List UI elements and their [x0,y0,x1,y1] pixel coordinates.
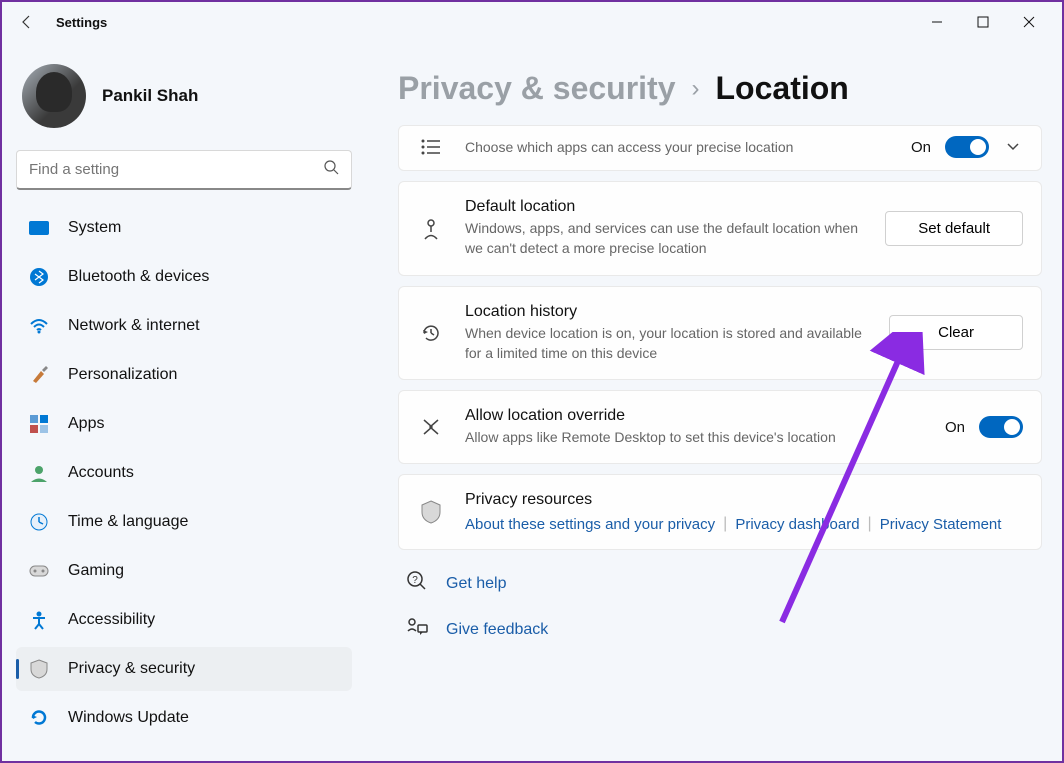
card-title: Privacy resources [465,491,1023,509]
feedback-icon [406,617,428,642]
set-default-button[interactable]: Set default [885,211,1023,246]
sidebar-item-label: Accessibility [68,611,155,629]
sidebar-item-label: Apps [68,415,104,433]
clock-icon [28,511,50,533]
sidebar-nav: System Bluetooth & devices Network & int… [16,206,352,751]
clear-button[interactable]: Clear [889,315,1023,350]
card-precise-location[interactable]: Choose which apps can access your precis… [398,125,1042,171]
help-icon: ? [406,570,428,597]
chevron-right-icon: › [692,75,700,103]
update-icon [28,707,50,729]
wifi-icon [28,315,50,337]
card-title: Allow location override [465,407,925,425]
precise-location-toggle[interactable] [945,136,989,158]
sidebar-item-label: Network & internet [68,317,200,335]
get-help-link[interactable]: Get help [446,575,506,593]
give-feedback-link[interactable]: Give feedback [446,621,548,639]
minimize-button[interactable] [914,6,960,38]
sidebar: Pankil Shah System Bluetooth & devices N… [2,42,362,761]
back-button[interactable] [12,7,42,37]
list-icon [417,138,445,156]
link-separator: | [723,515,727,533]
breadcrumb-parent[interactable]: Privacy & security [398,70,676,107]
gamepad-icon [28,560,50,582]
search-icon [323,159,339,180]
window-controls [914,6,1052,38]
sidebar-item-bluetooth[interactable]: Bluetooth & devices [16,255,352,299]
search-input[interactable] [29,161,323,178]
link-privacy-statement[interactable]: Privacy Statement [880,516,1002,533]
chevron-down-icon[interactable] [1003,142,1023,152]
history-icon [417,321,445,345]
maximize-button[interactable] [960,6,1006,38]
sidebar-item-label: Windows Update [68,709,189,727]
card-location-history: Location history When device location is… [398,286,1042,381]
override-toggle[interactable] [979,416,1023,438]
sidebar-item-update[interactable]: Windows Update [16,696,352,740]
shield-icon [28,658,50,680]
override-icon [417,416,445,438]
card-desc: Windows, apps, and services can use the … [465,218,865,259]
card-desc: When device location is on, your locatio… [465,323,869,364]
sidebar-item-network[interactable]: Network & internet [16,304,352,348]
system-icon [28,217,50,239]
feedback-row[interactable]: Give feedback [398,607,1042,652]
svg-text:?: ? [412,575,418,586]
accounts-icon [28,462,50,484]
close-button[interactable] [1006,6,1052,38]
sidebar-item-privacy[interactable]: Privacy & security [16,647,352,691]
sidebar-item-label: Privacy & security [68,660,195,678]
sidebar-item-gaming[interactable]: Gaming [16,549,352,593]
breadcrumb: Privacy & security › Location [398,70,1042,107]
search-box[interactable] [16,150,352,190]
card-title: Location history [465,303,869,321]
sidebar-item-label: Personalization [68,366,177,384]
card-privacy-resources: Privacy resources About these settings a… [398,474,1042,550]
avatar [22,64,86,128]
app-title: Settings [56,15,107,30]
sidebar-item-label: Time & language [68,513,188,531]
pin-icon [417,215,445,241]
link-separator: | [868,515,872,533]
titlebar: Settings [2,2,1062,42]
sidebar-item-label: Gaming [68,562,124,580]
profile-name: Pankil Shah [102,86,198,106]
card-title: Default location [465,198,865,216]
shield-icon [417,500,445,524]
sidebar-item-accounts[interactable]: Accounts [16,451,352,495]
card-default-location: Default location Windows, apps, and serv… [398,181,1042,276]
apps-icon [28,413,50,435]
sidebar-item-system[interactable]: System [16,206,352,250]
main: Privacy & security › Location Choose whi… [362,42,1062,761]
toggle-label: On [945,419,965,436]
sidebar-item-time[interactable]: Time & language [16,500,352,544]
sidebar-item-label: Accounts [68,464,134,482]
profile[interactable]: Pankil Shah [16,54,352,150]
sidebar-item-apps[interactable]: Apps [16,402,352,446]
toggle-label: On [911,139,931,156]
breadcrumb-current: Location [716,70,849,107]
sidebar-item-accessibility[interactable]: Accessibility [16,598,352,642]
card-location-override: Allow location override Allow apps like … [398,390,1042,464]
link-about-settings[interactable]: About these settings and your privacy [465,516,715,533]
card-desc: Allow apps like Remote Desktop to set th… [465,427,925,447]
brush-icon [28,364,50,386]
accessibility-icon [28,609,50,631]
card-desc: Choose which apps can access your precis… [465,137,891,157]
sidebar-item-label: System [68,219,121,237]
link-privacy-dashboard[interactable]: Privacy dashboard [735,516,859,533]
sidebar-item-personalization[interactable]: Personalization [16,353,352,397]
sidebar-item-label: Bluetooth & devices [68,268,209,286]
bluetooth-icon [28,266,50,288]
get-help-row[interactable]: ? Get help [398,560,1042,607]
